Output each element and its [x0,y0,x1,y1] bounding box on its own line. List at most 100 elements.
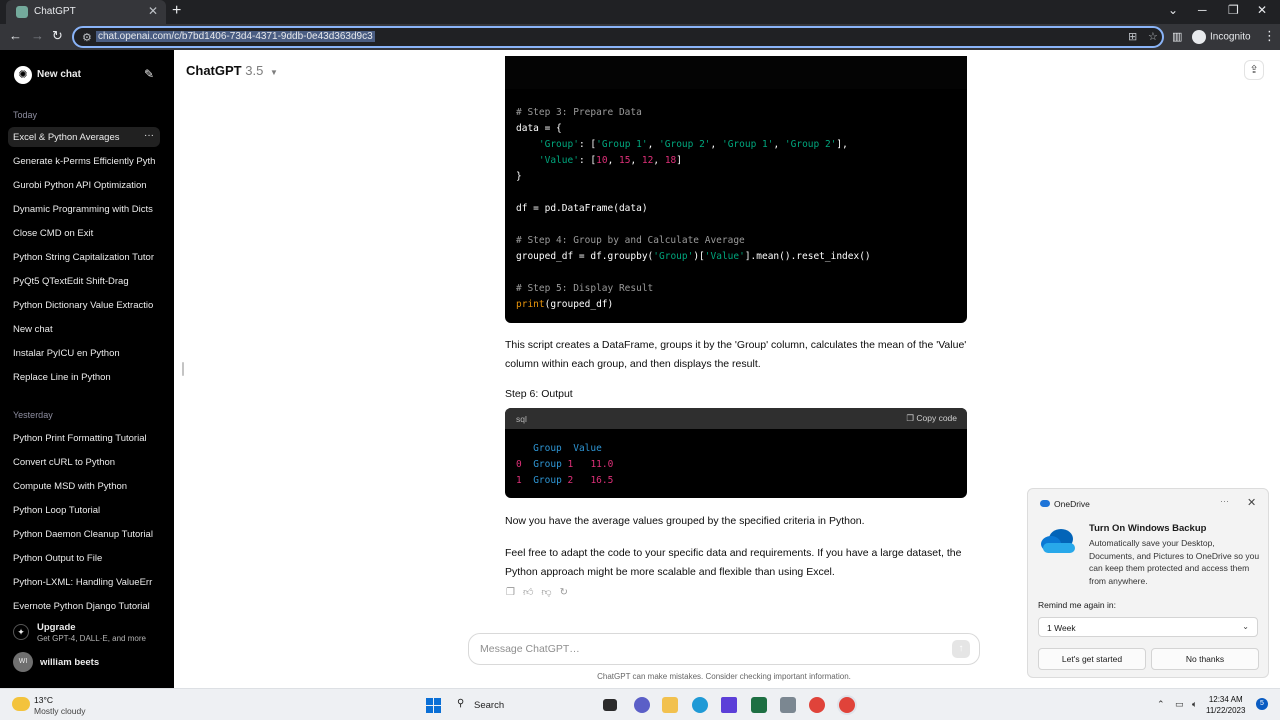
code-token: 'Group 2' [784,139,837,150]
search-label: Search [474,700,505,711]
sidebar-chat-item[interactable]: Compute MSD with Python [8,476,160,496]
reload-icon[interactable]: ↻ [52,28,63,44]
message-composer[interactable]: Message ChatGPT… ↑ [468,633,980,665]
side-panel-icon[interactable]: ▥ [1172,30,1182,43]
sidebar-chat-item[interactable]: Evernote Python Django Tutorial [8,596,160,616]
browser-tab[interactable]: ChatGPT ✕ [6,0,166,24]
close-notification-icon[interactable]: ✕ [1247,496,1256,509]
chevron-down-icon: ⌄ [1242,622,1249,631]
browser-menu-icon[interactable]: ⋮ [1263,28,1276,44]
lets-get-started-button[interactable]: Let's get started [1038,648,1146,670]
install-app-icon[interactable]: ⊞ [1128,30,1137,43]
address-bar[interactable]: ⚙ chat.openai.com/c/b7bd1406-73d4-4371-9… [72,26,1164,48]
system-clock[interactable]: 12:34 AM 11/22/2023 [1206,694,1245,716]
chat-title: Replace Line in Python [13,372,111,383]
excel-icon[interactable] [751,697,767,713]
sidebar-chat-item[interactable]: Generate k-Perms Efficiently Pyth [8,151,160,171]
sidebar-chat-item[interactable]: PyQt5 QTextEdit Shift-Drag [8,271,160,291]
tab-search-icon[interactable]: ⌄ [1168,3,1178,17]
compose-icon[interactable]: ✎ [144,67,154,81]
sidebar-chat-item[interactable]: New chat [8,319,160,339]
network-icon[interactable]: ▭ [1175,699,1184,710]
task-view-icon[interactable] [603,699,617,711]
close-tab-icon[interactable]: ✕ [148,4,158,18]
message-actions: ❐👍︎👎︎↻ [506,586,576,598]
chat-title: Python Output to File [13,553,103,564]
bookmark-star-icon[interactable]: ☆ [1148,30,1158,43]
code-token: 10 [596,155,608,166]
sidebar-collapse-handle[interactable] [182,362,184,376]
model-version: 3.5 [245,63,264,78]
code-token: 'Group 2' [659,139,711,150]
notification-body: Automatically save your Desktop, Documen… [1089,538,1260,586]
tray-overflow-icon[interactable]: ⌃ [1157,699,1165,710]
chrome-active-icon[interactable] [839,697,855,713]
sidebar-chat-item[interactable]: Replace Line in Python [8,367,160,387]
clipboard-icon: ❐ [906,413,914,423]
sidebar-chat-item[interactable]: Python Daemon Cleanup Tutorial [8,524,160,544]
regenerate-icon[interactable]: ↻ [560,587,576,598]
new-tab-icon[interactable]: + [172,2,181,20]
windows-start-icon[interactable] [426,698,441,713]
taskbar-search[interactable]: ⚲ Search [450,694,590,716]
volume-icon[interactable]: 🔈︎ [1192,699,1197,710]
notification-badge[interactable]: 5 [1256,698,1268,710]
vpn-app-icon[interactable] [721,697,737,713]
no-thanks-button[interactable]: No thanks [1151,648,1259,670]
sidebar-chat-item[interactable]: Gurobi Python API Optimization [8,175,160,195]
sidebar-chat-item[interactable]: Dynamic Programming with Dicts [8,199,160,219]
message-input[interactable]: Message ChatGPT… [480,643,580,655]
send-button[interactable]: ↑ [952,640,970,658]
incognito-indicator[interactable]: Incognito [1192,30,1251,44]
sidebar-chat-item[interactable]: Convert cURL to Python [8,452,160,472]
code-token: , [607,155,620,166]
chat-options-icon[interactable]: ··· [144,130,154,141]
clock-time: 12:34 AM [1208,695,1243,704]
new-chat-button[interactable]: ✺ New chat ✎ [8,62,160,86]
more-options-icon[interactable]: ··· [1220,496,1229,506]
code-line: data = { [516,123,562,134]
site-info-icon[interactable]: ⚙ [82,31,92,44]
thumbs-down-icon[interactable]: 👎︎ [541,587,559,598]
sidebar-chat-item[interactable]: Python Loop Tutorial [8,500,160,520]
minimize-icon[interactable]: ─ [1198,3,1207,17]
sidebar-chat-item[interactable]: Python Dictionary Value Extractio [8,295,160,315]
sidebar-chat-item[interactable]: Excel & Python Averages ··· [8,127,160,147]
share-button[interactable]: ⇪ [1244,60,1264,80]
settings-app-icon[interactable] [780,697,796,713]
code-header: sql ❐ Copy code [505,408,967,429]
code-line: 'Value': [10, 15, 12, 18] [516,155,682,166]
maximize-icon[interactable]: ❐ [1228,3,1239,17]
chrome-icon[interactable] [809,697,825,713]
sidebar-chat-item[interactable]: Python Output to File [8,548,160,568]
sidebar-chat-item[interactable]: Python String Capitalization Tutor [8,247,160,267]
address-url[interactable]: chat.openai.com/c/b7bd1406-73d4-4371-9dd… [96,31,375,42]
edge-icon[interactable] [692,697,708,713]
thumbs-up-icon[interactable]: 👍︎ [523,587,541,598]
incognito-icon [1192,30,1206,44]
user-menu[interactable]: WI william beets [8,650,160,674]
sidebar-chat-item[interactable]: Close CMD on Exit [8,223,160,243]
back-icon[interactable]: ← [9,28,22,43]
code-token: 16.5 [590,475,614,486]
model-selector[interactable]: ChatGPT 3.5 ▼ [186,63,278,78]
code-token: df = pd.DataFrame(data) [516,203,648,214]
forward-icon[interactable]: → [31,28,44,43]
incognito-label: Incognito [1210,31,1251,43]
chat-title: Python Daemon Cleanup Tutorial [13,529,153,540]
upgrade-button[interactable]: ✦ Upgrade Get GPT-4, DALL·E, and more [8,620,160,646]
teams-chat-icon[interactable] [634,697,650,713]
sidebar-chat-item[interactable]: Python-LXML: Handling ValueErr [8,572,160,592]
copy-code-button[interactable]: ❐ Copy code [906,413,957,424]
copy-icon[interactable]: ❐ [506,587,523,598]
onedrive-cloud-icon [1041,529,1075,553]
file-explorer-icon[interactable] [662,697,678,713]
chat-title: Excel & Python Averages [13,132,120,143]
sidebar-chat-item[interactable]: Python Print Formatting Tutorial [8,428,160,448]
close-window-icon[interactable]: ✕ [1257,3,1267,17]
upgrade-title: Upgrade [37,622,76,633]
sidebar-chat-item[interactable]: Instalar PyICU en Python [8,343,160,363]
remind-select[interactable]: 1 Week ⌄ [1038,617,1258,637]
code-token: , [653,155,665,166]
